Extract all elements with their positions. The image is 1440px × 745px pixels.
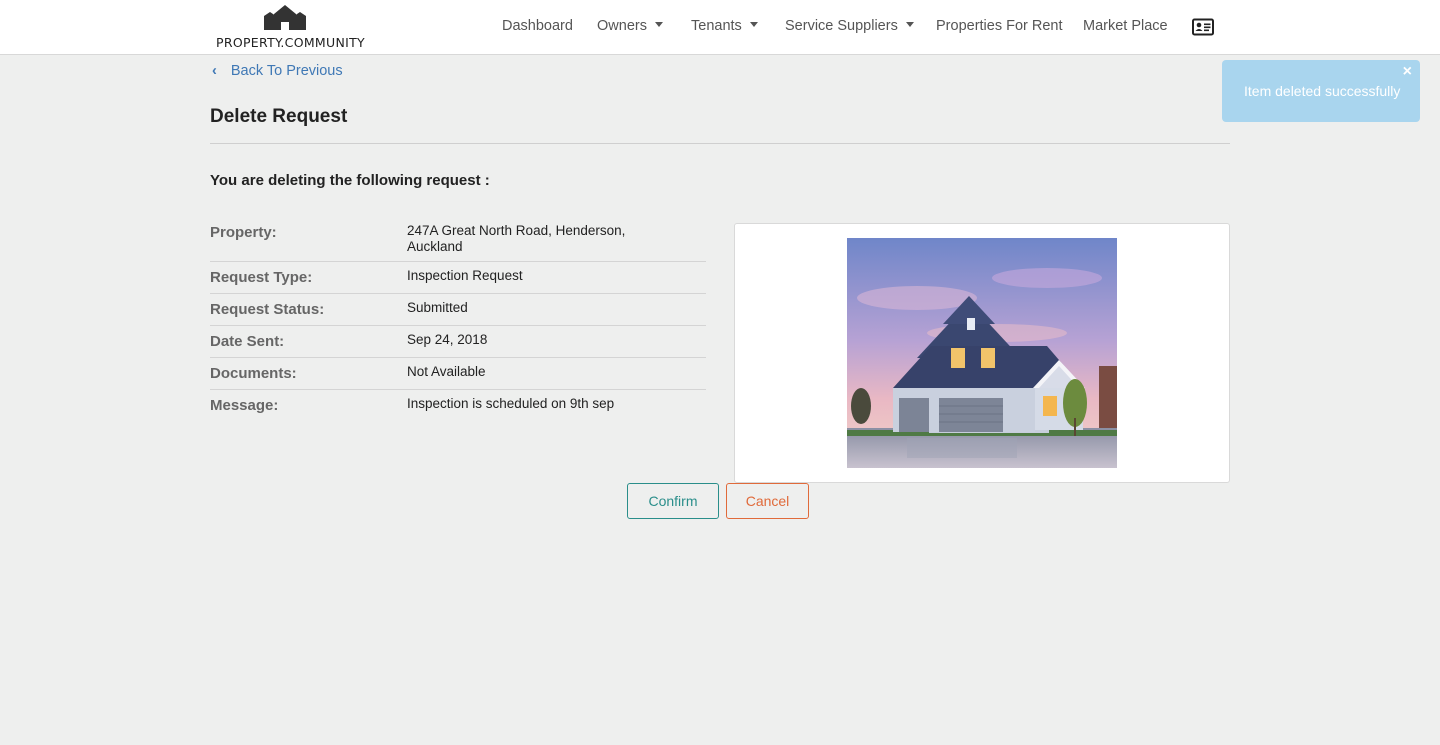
confirm-button[interactable]: Confirm (627, 483, 719, 519)
id-card-icon[interactable] (1192, 18, 1214, 41)
close-icon[interactable]: × (1403, 64, 1412, 80)
page-title: Delete Request (210, 106, 348, 127)
property-photo (847, 238, 1117, 468)
detail-value: Not Available (407, 364, 486, 379)
detail-value: Inspection Request (407, 268, 523, 283)
delete-intro-text: You are deleting the following request : (210, 172, 490, 189)
toast-message: Item deleted successfully (1244, 83, 1401, 99)
detail-row-property: Property: 247A Great North Road, Henders… (210, 220, 706, 262)
nav-market-place[interactable]: Market Place (1083, 18, 1168, 34)
caret-down-icon (749, 21, 758, 27)
property-image-card (734, 223, 1230, 483)
detail-row-documents: Documents: Not Available (210, 358, 706, 390)
nav-tenants[interactable]: Tenants (691, 18, 758, 34)
caret-down-icon (905, 21, 914, 27)
top-navbar: PROPERTY.COMMUNITY Dashboard Owners Tena… (0, 0, 1440, 55)
nav-properties-for-rent[interactable]: Properties For Rent (936, 18, 1063, 34)
title-divider (210, 143, 1230, 144)
nav-service-suppliers[interactable]: Service Suppliers (785, 18, 914, 34)
detail-label: Request Status: (210, 301, 325, 318)
detail-row-message: Message: Inspection is scheduled on 9th … (210, 390, 706, 422)
back-link-label: Back To Previous (230, 63, 343, 79)
detail-row-date-sent: Date Sent: Sep 24, 2018 (210, 326, 706, 358)
detail-label: Property: (210, 224, 277, 241)
nav-owners[interactable]: Owners (597, 18, 663, 34)
caret-down-icon (654, 21, 663, 27)
detail-label: Request Type: (210, 269, 313, 286)
detail-row-request-status: Request Status: Submitted (210, 294, 706, 326)
nav-label: Tenants (691, 18, 742, 34)
nav-label: Owners (597, 18, 647, 34)
success-toast: × Item deleted successfully (1222, 60, 1420, 122)
chevron-left-icon: ‹ (212, 63, 217, 79)
detail-value: Sep 24, 2018 (407, 332, 488, 347)
nav-dashboard[interactable]: Dashboard (502, 18, 573, 34)
request-details: Property: 247A Great North Road, Henders… (210, 220, 706, 422)
back-to-previous-link[interactable]: ‹ Back To Previous (212, 63, 343, 79)
detail-value: Inspection is scheduled on 9th sep (407, 396, 615, 411)
detail-label: Date Sent: (210, 333, 285, 350)
nav-label: Market Place (1083, 18, 1168, 34)
nav-label: Dashboard (502, 18, 573, 34)
nav-label: Service Suppliers (785, 18, 898, 34)
cancel-button[interactable]: Cancel (726, 483, 809, 519)
main-nav: Dashboard Owners Tenants Service Supplie… (0, 0, 1440, 55)
detail-label: Documents: (210, 365, 297, 382)
detail-value: 247A Great North Road, Henderson, Auckla… (407, 223, 626, 254)
detail-row-request-type: Request Type: Inspection Request (210, 262, 706, 294)
detail-value: Submitted (407, 300, 468, 315)
detail-label: Message: (210, 397, 279, 414)
nav-label: Properties For Rent (936, 18, 1063, 34)
